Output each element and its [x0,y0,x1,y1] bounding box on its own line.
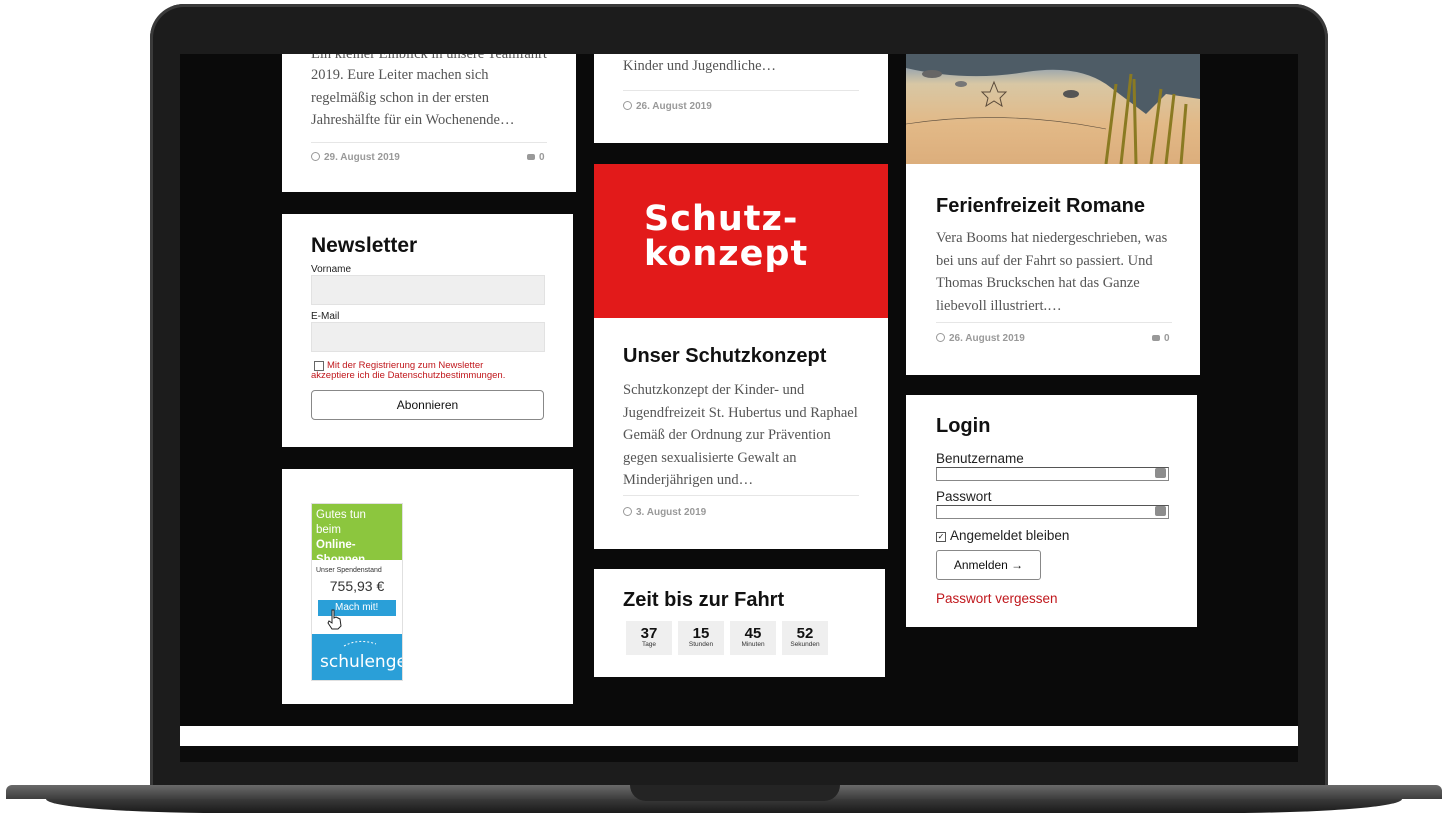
newsletter-widget: Newsletter Vorname E-Mail Mit der Regist… [282,214,573,447]
post-date: 29. August 2019 [311,152,400,163]
newsletter-title: Newsletter [311,234,418,257]
post-excerpt: Kinder und Jugendliche… [623,58,777,74]
browser-viewport: Ein kleiner Einblick in unsere Teamfahrt… [180,54,1298,746]
login-title: Login [936,415,991,437]
comment-count[interactable]: 0 [1152,333,1170,344]
consent-text: Mit der Registrierung zum Newsletter akz… [311,360,506,381]
remember-me-row[interactable]: ✓ Angemeldet bleiben [936,528,1069,543]
post-date: 3. August 2019 [623,507,706,518]
comment-count[interactable]: 0 [527,152,545,163]
post-card-mid-top[interactable]: Kinder und Jugendliche… 26. August 2019 [594,54,888,143]
post-excerpt: Vera Booms hat niedergeschrieben, was be… [936,230,1168,314]
laptop-base [6,785,1442,825]
clock-icon [623,101,632,110]
post-card-schutzkonzept[interactable]: Schutz- konzept Unser Schutzkonzept Schu… [594,164,888,549]
post-date: 26. August 2019 [936,333,1025,344]
divider [623,90,859,91]
divider [936,322,1172,323]
first-name-input[interactable] [311,275,545,305]
email-input[interactable] [311,322,545,352]
login-widget: Login Benutzername Passwort ✓ Angemeldet … [906,395,1197,627]
page-footer-strip [180,726,1298,746]
post-title[interactable]: Unser Schutzkonzept [623,345,826,368]
divider [311,142,547,143]
mach-mit-button[interactable]: Mach mit! [318,600,396,630]
username-input[interactable] [936,467,1169,481]
email-label: E-Mail [311,311,340,322]
image-heading-line1: Schutz- [644,199,799,239]
login-submit-button[interactable]: Anmelden → [936,550,1041,580]
clock-icon [311,152,320,161]
laptop-notch [630,785,840,801]
checkbox-checked-icon[interactable]: ✓ [936,532,946,542]
beach-drawing-icon [906,54,1200,164]
subscribe-button[interactable]: Abonnieren [311,390,544,420]
post-card-ferienfreizeit[interactable]: Ferienfreizeit Romane Vera Booms hat nie… [906,54,1200,375]
countdown-hours: 15 Stunden [678,621,724,655]
banner-headline: Gutes tun beim Online- Shoppen [312,504,402,566]
password-input[interactable] [936,505,1169,519]
post-excerpt: Schutzkonzept der Kinder- und Jugendfrei… [623,382,858,488]
beach-illustration[interactable] [906,54,1200,164]
countdown-title: Zeit bis zur Fahrt [623,589,785,611]
countdown-widget: Zeit bis zur Fahrt 37 Tage 15 Stunden 45 Mi… [594,569,885,677]
username-label: Benutzername [936,451,1024,466]
image-heading-line2: konzept [644,234,809,274]
donation-stand-label: Unser Spendenstand [316,567,382,574]
wing-icon [343,640,377,647]
countdown-minutes: 45 Minuten [730,621,776,655]
countdown-seconds: 52 Sekunden [782,621,828,655]
schutzkonzept-image[interactable]: Schutz- konzept [594,164,888,318]
post-excerpt: 2019. Eure Leiter machen sich regelmäßig… [311,67,515,128]
donation-amount: 755,93 € [329,578,385,594]
post-title[interactable]: Ferienfreizeit Romane [936,195,1145,218]
laptop-chin [180,746,1298,762]
password-label: Passwort [936,489,992,504]
donation-widget: Gutes tun beim Online- Shoppen Unser Spe… [282,469,573,704]
password-manager-icon[interactable] [1155,506,1166,516]
post-date: 26. August 2019 [623,101,712,112]
first-name-label: Vorname [311,264,352,275]
countdown-days: 37 Tage [626,621,672,655]
schulengel-logo: schulengel [312,634,402,680]
hand-cursor-icon [327,609,342,630]
forgot-password-link[interactable]: Passwort vergessen [936,591,1058,606]
clock-icon [936,333,945,342]
clock-icon [623,507,632,516]
schulengel-banner[interactable]: Gutes tun beim Online- Shoppen Unser Spe… [311,503,403,681]
comment-icon [527,154,535,160]
comment-icon [1152,335,1160,341]
post-card-teamfahrt[interactable]: Ein kleiner Einblick in unsere Teamfahrt… [282,54,576,192]
divider [623,495,859,496]
password-manager-icon[interactable] [1155,468,1166,478]
